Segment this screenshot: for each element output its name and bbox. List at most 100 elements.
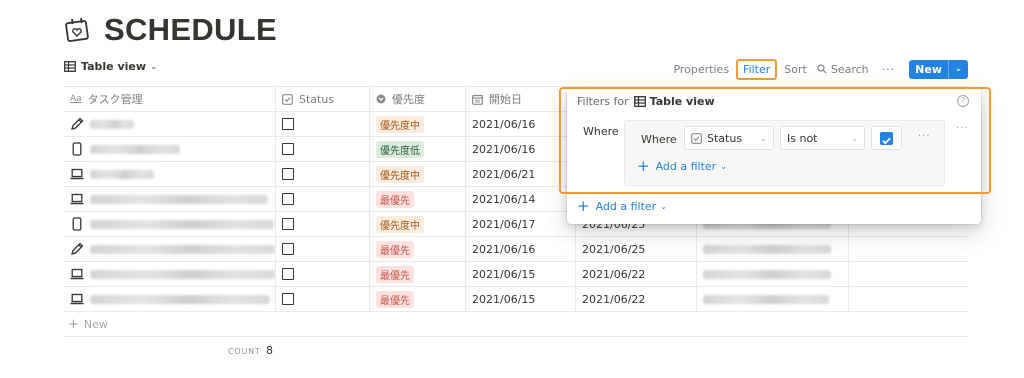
- start-date-cell[interactable]: 2021/06/15: [466, 287, 576, 311]
- priority-cell[interactable]: 最優先: [370, 237, 466, 261]
- add-filter-label: Add a filter: [655, 160, 717, 173]
- filter-group: Where Status ⌄ Is not ⌄ ··· + Add a filt…: [624, 120, 945, 186]
- priority-cell[interactable]: 優先度中: [370, 112, 466, 136]
- count-label: COUNT: [228, 347, 261, 356]
- column-header-status[interactable]: Status: [276, 87, 370, 111]
- task-name-cell[interactable]: [64, 137, 276, 161]
- status-checkbox[interactable]: [282, 168, 294, 180]
- status-checkbox[interactable]: [282, 143, 294, 155]
- sort-button[interactable]: Sort: [779, 63, 812, 76]
- chevron-down-icon: ⌄: [150, 61, 158, 72]
- start-date-cell[interactable]: 2021/06/17: [466, 212, 576, 236]
- column-label: Status: [299, 92, 335, 106]
- task-name-cell[interactable]: [64, 187, 276, 211]
- check-icon: [882, 137, 891, 145]
- search-icon: [817, 64, 827, 74]
- status-cell[interactable]: [276, 287, 370, 311]
- chevron-down-icon: ⌄: [851, 133, 858, 143]
- memo-cell[interactable]: [697, 262, 849, 286]
- priority-cell[interactable]: 優先度中: [370, 162, 466, 186]
- task-name-cell[interactable]: [64, 162, 276, 186]
- start-date-cell[interactable]: 2021/06/21: [466, 162, 576, 186]
- filter-operator-label: Is not: [787, 131, 818, 145]
- help-icon[interactable]: ?: [957, 95, 969, 107]
- table-row[interactable]: 最優先 2021/06/15 2021/06/22: [64, 262, 968, 287]
- start-date-cell[interactable]: 2021/06/14: [466, 187, 576, 211]
- priority-cell[interactable]: 最優先: [370, 187, 466, 211]
- task-name-redacted: [90, 119, 134, 129]
- column-header-task[interactable]: Aa タスク管理: [64, 87, 276, 111]
- status-checkbox[interactable]: [282, 243, 294, 255]
- task-name-redacted: [90, 169, 154, 179]
- new-button[interactable]: New ⌄: [909, 59, 968, 79]
- table-row[interactable]: 最優先 2021/06/15 2021/06/22: [64, 287, 968, 312]
- filter-operator-select[interactable]: Is not ⌄: [780, 126, 865, 150]
- status-checkbox[interactable]: [282, 268, 294, 280]
- column-header-priority[interactable]: 優先度: [370, 87, 466, 111]
- status-cell[interactable]: [276, 237, 370, 261]
- filter-popup-header: Filters for Table view: [577, 95, 715, 108]
- filter-popup: Filters for Table view ? Where Where Sta…: [567, 88, 981, 224]
- priority-cell[interactable]: 優先度低: [370, 137, 466, 161]
- filter-button[interactable]: Filter: [736, 58, 778, 80]
- more-options-button[interactable]: ···: [874, 63, 904, 76]
- view-selector[interactable]: Table view ⌄: [64, 60, 158, 73]
- filter-property-label: Status: [707, 131, 743, 145]
- chevron-down-icon[interactable]: ⌄: [948, 59, 968, 79]
- empty-cell: [849, 262, 968, 286]
- search-button[interactable]: Search: [812, 63, 874, 76]
- status-cell[interactable]: [276, 262, 370, 286]
- priority-cell[interactable]: 最優先: [370, 287, 466, 311]
- memo-cell[interactable]: [697, 287, 849, 311]
- calendar-heart-icon[interactable]: [64, 16, 92, 44]
- status-checkbox[interactable]: [282, 293, 294, 305]
- chevron-down-icon: ⌄: [660, 202, 667, 211]
- properties-button[interactable]: Properties: [668, 63, 734, 76]
- plus-icon: +: [637, 157, 650, 175]
- task-name-cell[interactable]: [64, 212, 276, 236]
- priority-cell[interactable]: 最優先: [370, 262, 466, 286]
- task-name-cell[interactable]: [64, 237, 276, 261]
- filter-value-box: [871, 126, 902, 150]
- task-name-cell[interactable]: [64, 262, 276, 286]
- table-row[interactable]: 最優先 2021/06/16 2021/06/25: [64, 237, 968, 262]
- column-header-start-date[interactable]: 開始日: [466, 87, 576, 111]
- start-date-cell[interactable]: 2021/06/16: [466, 112, 576, 136]
- add-filter-button[interactable]: + Add a filter ⌄: [577, 199, 667, 214]
- memo-redacted: [703, 294, 829, 304]
- column-label: 開始日: [489, 93, 522, 106]
- laptop-icon: [70, 168, 84, 180]
- start-date-cell[interactable]: 2021/06/15: [466, 262, 576, 286]
- filter-group-options-button[interactable]: ···: [956, 123, 969, 134]
- new-button-label[interactable]: New: [909, 60, 948, 79]
- page-title: SCHEDULE: [104, 12, 277, 47]
- status-cell[interactable]: [276, 187, 370, 211]
- status-cell[interactable]: [276, 137, 370, 161]
- add-row-button[interactable]: + New: [64, 312, 968, 337]
- filter-value-checkbox[interactable]: [880, 132, 893, 145]
- empty-cell: [849, 287, 968, 311]
- status-checkbox[interactable]: [282, 118, 294, 130]
- priority-tag: 優先度低: [376, 140, 424, 158]
- start-date-cell[interactable]: 2021/06/16: [466, 237, 576, 261]
- search-label: Search: [830, 62, 869, 76]
- add-filter-in-group-button[interactable]: + Add a filter ⌄: [637, 159, 727, 174]
- start-date-cell[interactable]: 2021/06/16: [466, 137, 576, 161]
- task-name-cell[interactable]: [64, 112, 276, 136]
- task-name-redacted: [90, 269, 275, 279]
- end-date-cell[interactable]: 2021/06/25: [576, 237, 697, 261]
- filter-view-label: Table view: [649, 95, 715, 108]
- status-cell[interactable]: [276, 112, 370, 136]
- status-cell[interactable]: [276, 212, 370, 236]
- priority-tag: 最優先: [376, 265, 414, 283]
- status-checkbox[interactable]: [282, 218, 294, 230]
- task-name-cell[interactable]: [64, 287, 276, 311]
- priority-cell[interactable]: 優先度中: [370, 212, 466, 236]
- memo-cell[interactable]: [697, 237, 849, 261]
- filter-property-select[interactable]: Status ⌄: [684, 126, 774, 150]
- end-date-cell[interactable]: 2021/06/22: [576, 262, 697, 286]
- status-cell[interactable]: [276, 162, 370, 186]
- filter-rule-options-button[interactable]: ···: [918, 131, 931, 142]
- end-date-cell[interactable]: 2021/06/22: [576, 287, 697, 311]
- status-checkbox[interactable]: [282, 193, 294, 205]
